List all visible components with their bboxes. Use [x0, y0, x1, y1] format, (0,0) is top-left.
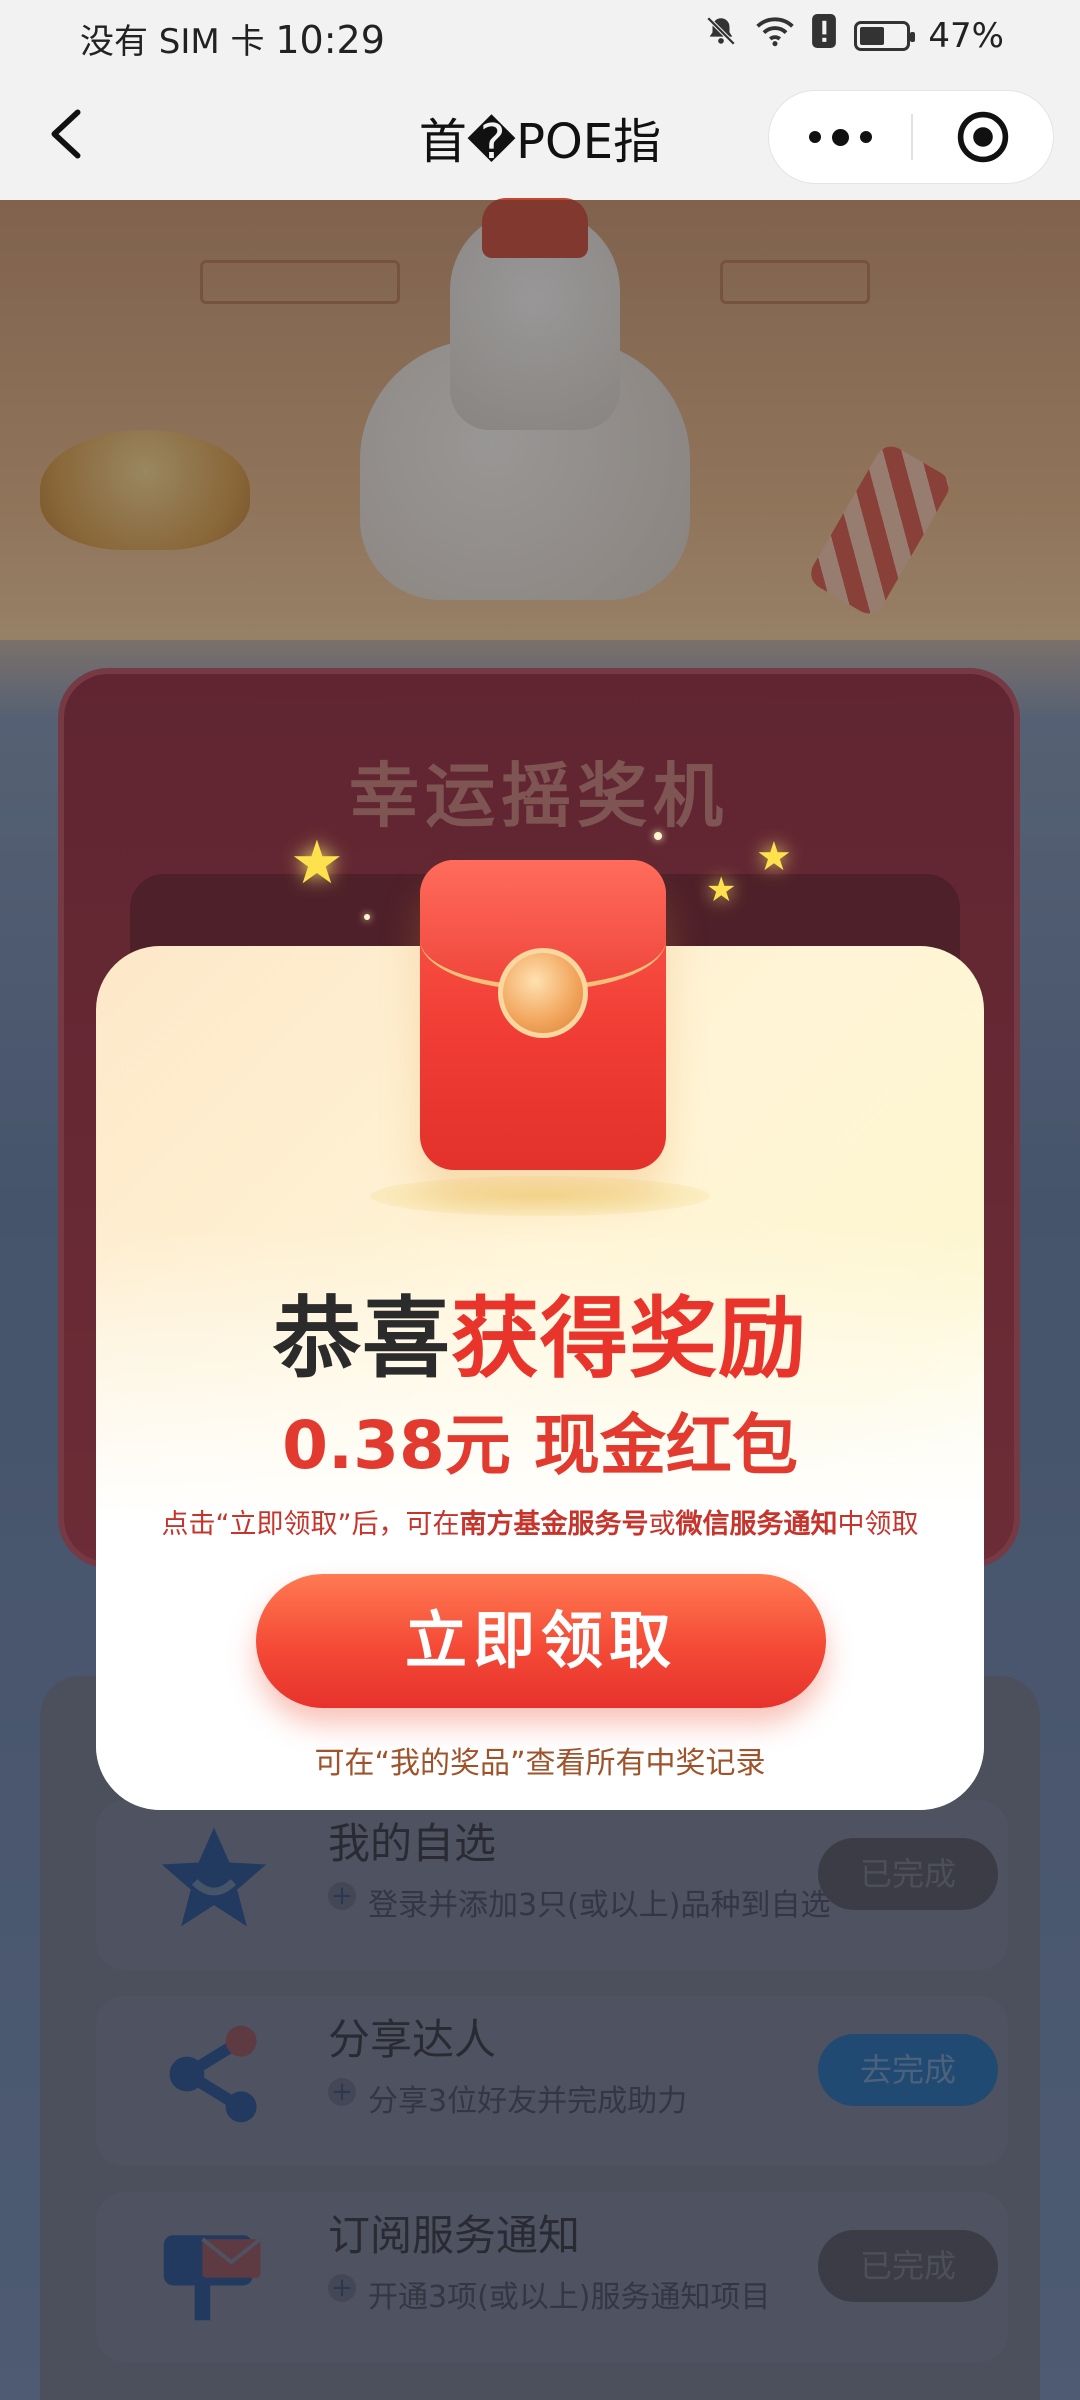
battery-icon	[854, 20, 916, 51]
modal-headline: 恭喜获得奖励	[96, 1268, 984, 1395]
close-button[interactable]	[913, 91, 1053, 183]
more-dots-icon	[808, 131, 821, 143]
headline-reward: 获得奖励	[451, 1287, 808, 1390]
bell-muted-icon	[704, 14, 738, 57]
target-close-icon	[957, 111, 1009, 163]
status-icons: 47%	[704, 14, 1004, 57]
sparkle-dot	[364, 914, 370, 920]
claim-now-button[interactable]: 立即领取	[256, 1574, 826, 1708]
star-sparkle-icon: ★	[290, 828, 344, 898]
clock: 10:29	[275, 18, 385, 62]
claim-instructions: 点击“立即领取”后，可在南方基金服务号或微信服务通知中领取	[161, 1509, 919, 1540]
wechat-notice-name: 微信服务通知	[675, 1509, 838, 1540]
reward-amount: 0.38元 现金红包	[282, 1407, 798, 1484]
nav-bar: 首�POE指	[0, 74, 1080, 200]
carrier-label: 没有 SIM 卡	[80, 22, 265, 62]
carrier-time: 没有 SIM 卡 10:29	[80, 14, 385, 63]
service-account-name: 南方基金服务号	[459, 1509, 649, 1540]
sparkle-dot	[654, 832, 662, 840]
status-bar: 没有 SIM 卡 10:29 47%	[0, 0, 1080, 74]
star-sparkle-icon: ★	[706, 870, 737, 910]
headline-congrats: 恭喜	[272, 1287, 451, 1390]
red-envelope-icon	[420, 860, 666, 1170]
prize-records-note: 可在“我的奖品”查看所有中奖记录	[314, 1746, 766, 1781]
star-sparkle-icon: ★	[756, 834, 792, 880]
alert-icon	[812, 14, 837, 57]
more-button[interactable]	[769, 91, 911, 183]
envelope-glow	[370, 1176, 710, 1216]
wifi-icon	[756, 14, 795, 57]
mini-program-capsule	[768, 90, 1054, 184]
envelope-seal	[498, 948, 588, 1038]
battery-percent: 47%	[928, 15, 1004, 56]
